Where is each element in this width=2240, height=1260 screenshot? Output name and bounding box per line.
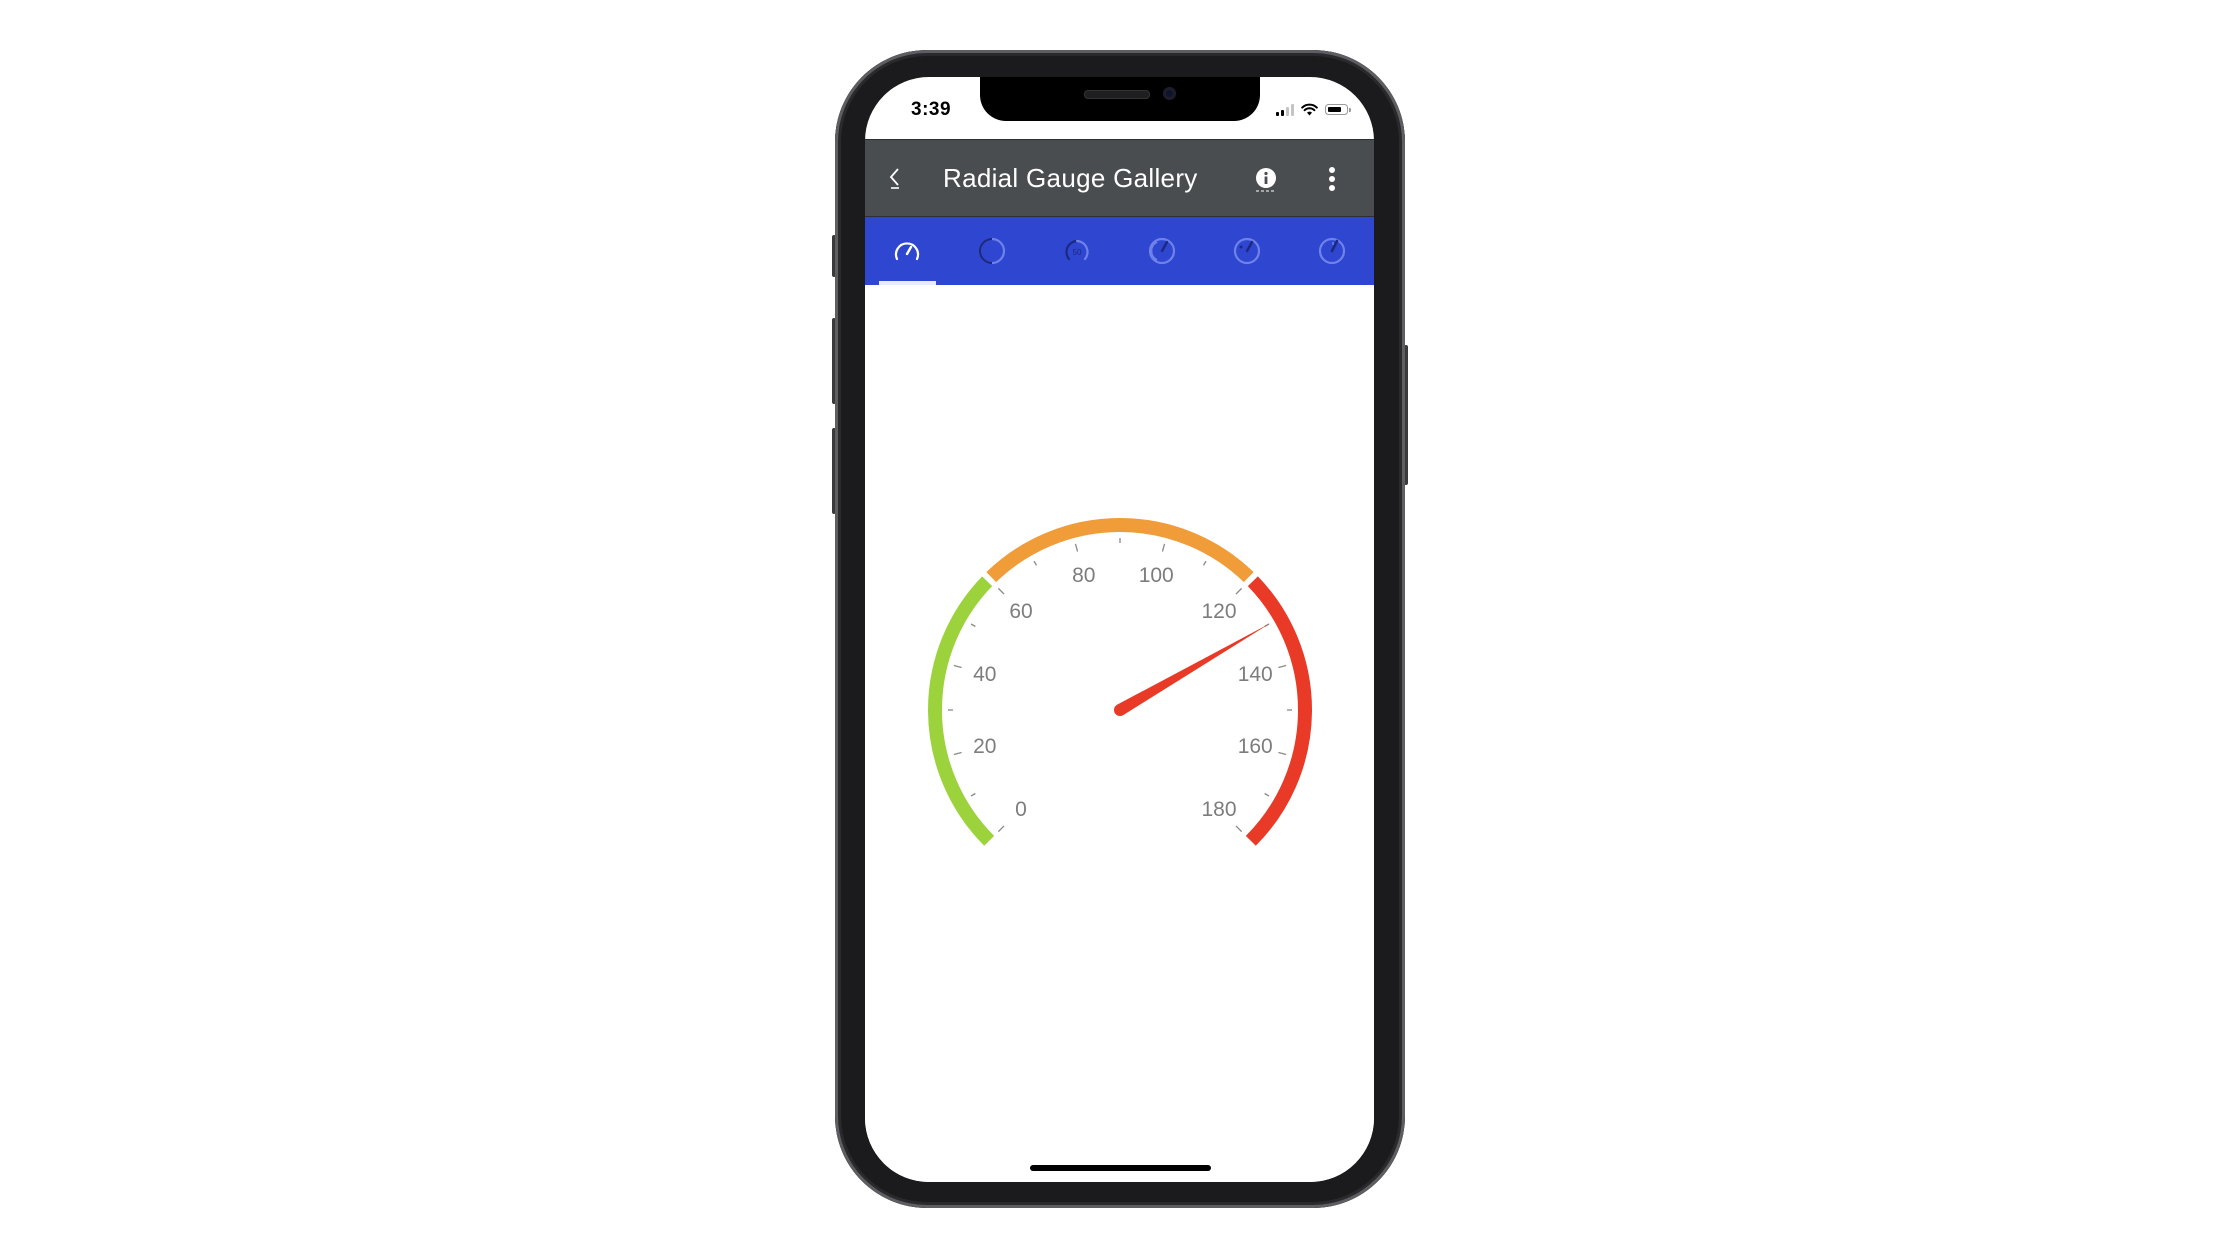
gauge-range-mid [986, 518, 1254, 583]
tick-label: 100 [1139, 564, 1174, 587]
tab-needle-dot[interactable] [1204, 217, 1289, 285]
tab-needle-basic[interactable] [1289, 217, 1374, 285]
minor-tick [1202, 560, 1207, 566]
speaker-grille [1084, 90, 1150, 99]
tick-label: 180 [1201, 798, 1236, 821]
major-tick [1235, 825, 1243, 833]
more-options-button[interactable] [1319, 164, 1345, 194]
info-icon [1256, 168, 1276, 192]
gauge-range-high [1245, 576, 1312, 846]
tab-ring[interactable] [950, 217, 1035, 285]
major-tick [1278, 751, 1287, 756]
needle-arc-gauge-icon [1148, 237, 1175, 265]
more-vertical-icon [1329, 167, 1335, 191]
tick-label: 160 [1238, 735, 1273, 758]
major-tick [953, 664, 962, 669]
major-tick [1074, 543, 1079, 552]
notch [980, 77, 1260, 121]
labeled-arc-value: 50 [1073, 248, 1082, 257]
tab-speedometer[interactable] [865, 217, 950, 285]
page-title: Radial Gauge Gallery [943, 163, 1198, 193]
chevron-left-icon [889, 168, 899, 189]
gauge-tab-bar: 50 [865, 217, 1374, 285]
front-camera [1163, 87, 1176, 100]
status-time: 3:39 [911, 99, 952, 120]
major-tick [1235, 587, 1243, 595]
gauge-needle-pivot [1114, 704, 1126, 716]
minor-tick [970, 792, 976, 797]
minor-tick [970, 623, 976, 628]
major-tick [953, 751, 962, 756]
status-icons [1276, 103, 1351, 116]
tick-label: 20 [973, 735, 996, 758]
minor-tick [1033, 560, 1038, 566]
minor-tick [1264, 792, 1270, 797]
tab-labeled-arc[interactable]: 50 [1035, 217, 1120, 285]
home-indicator[interactable] [1030, 1165, 1211, 1171]
labeled-arc-gauge-icon: 50 [1065, 239, 1089, 261]
speedometer-gauge-icon [895, 242, 920, 261]
tab-needle-arc[interactable] [1119, 217, 1204, 285]
tick-label: 120 [1201, 600, 1236, 623]
wifi-icon [1301, 103, 1318, 116]
radial-gauge: 0 20 40 60 80 100 120 140 160 180 [928, 518, 1312, 846]
info-button[interactable] [1251, 164, 1281, 194]
major-tick [997, 825, 1005, 833]
tick-label: 0 [1015, 798, 1027, 821]
battery-icon [1325, 104, 1351, 115]
navigation-bar: Radial Gauge Gallery [865, 139, 1374, 217]
tick-label: 80 [1072, 564, 1095, 587]
gauge-range-low [928, 576, 995, 846]
tick-label: 40 [973, 663, 996, 686]
signal-icon [1276, 103, 1294, 116]
major-tick [1278, 664, 1287, 669]
major-tick [1161, 543, 1166, 552]
tick-label: 140 [1238, 663, 1273, 686]
needle-gauge-icon [1318, 237, 1345, 265]
needle-dot-gauge-icon [1233, 237, 1260, 265]
phone-screen: 3:39 Radial Gauge Gallery 50 0 20 40 60 … [865, 77, 1374, 1182]
ring-gauge-icon [979, 237, 1006, 265]
major-tick [997, 587, 1005, 595]
tick-label: 60 [1009, 600, 1032, 623]
back-button[interactable] [877, 160, 913, 196]
gauge-content-area: 0 20 40 60 80 100 120 140 160 180 [865, 285, 1374, 1182]
